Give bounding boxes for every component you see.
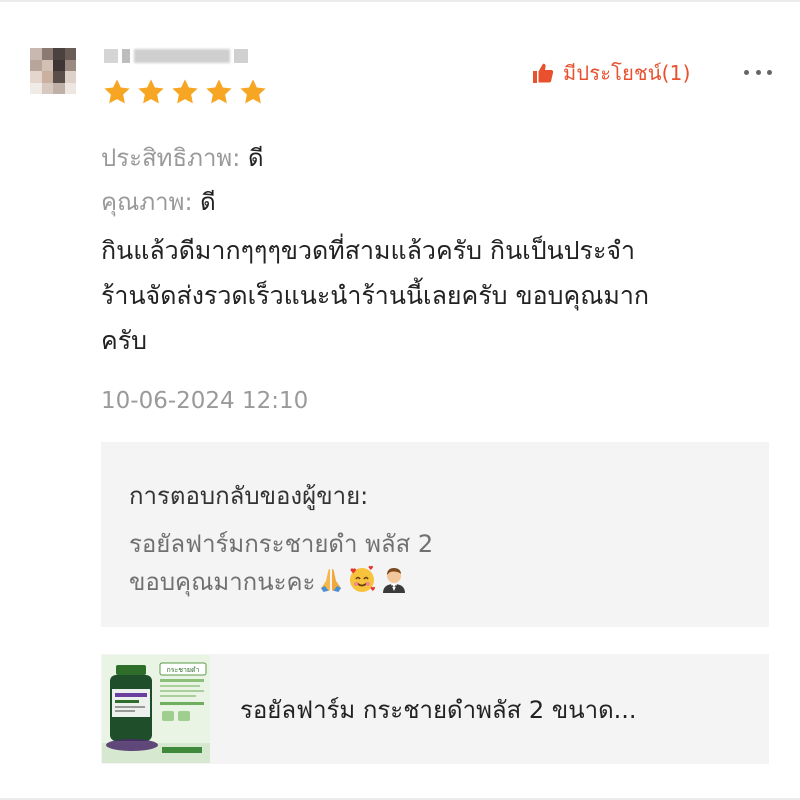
product-link[interactable]: กระชายดำ รอยัลฟาร์ม กระชายดำพลัส 2 ขนาด. <box>101 654 769 764</box>
attribute-label: ประสิทธิภาพ: <box>101 144 241 172</box>
product-name: รอยัลฟาร์ม กระชายดำพลัส 2 ขนาด... <box>240 695 637 724</box>
product-thumbnail: กระชายดำ <box>102 655 210 763</box>
thumbs-up-icon <box>533 63 554 83</box>
product-bottle-image: กระชายดำ <box>102 655 210 763</box>
star-icon <box>172 79 198 104</box>
helpful-button[interactable]: มีประโยชน์(1) <box>531 58 691 88</box>
star-icon <box>206 79 232 104</box>
review-body: กินแล้วดีมากๆๆๆขวดที่สามแล้วครับ กินเป็น… <box>101 228 771 363</box>
smiling-face-with-hearts-icon <box>350 565 376 592</box>
helpful-label: มีประโยชน์(1) <box>563 61 691 85</box>
avatar[interactable] <box>30 48 76 94</box>
attribute-value: ดี <box>200 188 216 216</box>
seller-reply-box: การตอบกลับของผู้ขาย: รอยัลฟาร์มกระชายดำ … <box>101 442 769 627</box>
attribute-efficacy: ประสิทธิภาพ: ดี <box>101 138 264 177</box>
seller-reply-line: รอยัลฟาร์มกระชายดำ พลัส 2 <box>129 530 434 558</box>
review-line: ร้านจัดส่งรวดเร็วแนะนำร้านนี้เลยครับ ขอบ… <box>101 281 650 310</box>
review-date: 10-06-2024 12:10 <box>101 388 309 414</box>
review-line: ครับ <box>101 326 148 355</box>
seller-reply-title: การตอบกลับของผู้ขาย: <box>129 482 369 510</box>
folded-hands-icon <box>321 569 342 592</box>
thumbnail-label: กระชายดำ <box>166 666 199 674</box>
attribute-quality: คุณภาพ: ดี <box>101 182 216 221</box>
person-in-tuxedo-icon <box>383 568 406 593</box>
attribute-value: ดี <box>247 144 264 172</box>
star-rating <box>101 76 269 108</box>
star-icon <box>104 79 130 104</box>
more-options-icon[interactable] <box>740 60 776 84</box>
seller-reply-text: ขอบคุณมากนะคะ <box>129 568 316 596</box>
attribute-label: คุณภาพ: <box>101 188 193 216</box>
username-blurred <box>104 47 256 65</box>
review-line: กินแล้วดีมากๆๆๆขวดที่สามแล้วครับ กินเป็น… <box>101 236 636 265</box>
review-card: มีประโยชน์(1) ประสิทธิภาพ: ดี คุณภาพ: ดี… <box>0 0 800 800</box>
seller-reply-line-thanks: ขอบคุณมากนะคะ <box>129 563 769 601</box>
star-icon <box>138 79 164 104</box>
star-icon <box>240 79 266 104</box>
